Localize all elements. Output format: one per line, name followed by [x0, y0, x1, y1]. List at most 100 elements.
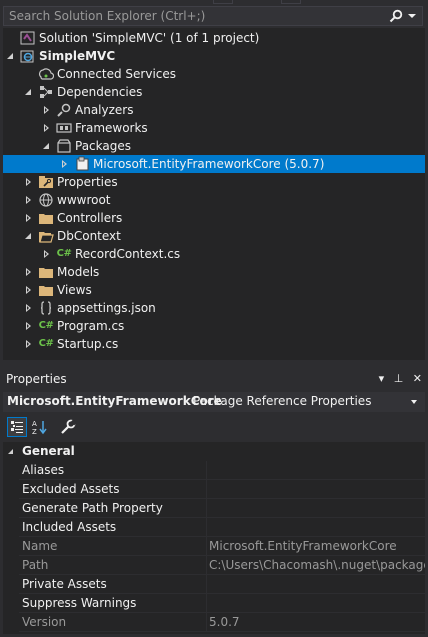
- collapsed-arrow-icon[interactable]: [24, 263, 34, 281]
- tree-item-label: Microsoft.EntityFrameworkCore (5.0.7): [93, 157, 325, 171]
- property-row[interactable]: Generate Path Property: [3, 499, 425, 518]
- tree-item[interactable]: Solution 'SimpleMVC' (1 of 1 project): [3, 29, 425, 47]
- folder-open-icon: [38, 228, 54, 244]
- column-divider: [206, 518, 207, 537]
- tree-item[interactable]: Packages: [3, 137, 425, 155]
- category-label: General: [22, 444, 75, 458]
- frameworks-icon: [56, 120, 72, 136]
- tree-item[interactable]: Connected Services: [3, 65, 425, 83]
- object-selector-dropdown-icon[interactable]: [411, 400, 417, 404]
- folder-icon: [38, 210, 54, 226]
- property-name: Aliases: [22, 463, 65, 477]
- svg-text:A: A: [32, 420, 37, 428]
- tree-item[interactable]: appsettings.json: [3, 299, 425, 317]
- tree-item[interactable]: DbContext: [3, 227, 425, 245]
- collapsed-arrow-icon[interactable]: [42, 245, 52, 263]
- tree-item[interactable]: C# RecordContext.cs: [3, 245, 425, 263]
- expanded-arrow-icon[interactable]: [24, 83, 34, 101]
- collapsed-arrow-icon[interactable]: [24, 209, 34, 227]
- property-row[interactable]: Private Assets: [3, 575, 425, 594]
- collapsed-arrow-icon[interactable]: [42, 119, 52, 137]
- properties-toolbar: A Z: [3, 414, 425, 440]
- collapsed-arrow-icon[interactable]: [24, 173, 34, 191]
- categorized-view-icon[interactable]: [7, 417, 27, 437]
- property-row[interactable]: Excluded Assets: [3, 480, 425, 499]
- property-name: Included Assets: [22, 520, 117, 534]
- column-divider: [206, 575, 207, 594]
- tree-item[interactable]: wwwroot: [3, 191, 425, 209]
- tree-item[interactable]: Controllers: [3, 209, 425, 227]
- properties-wrench-icon: [38, 174, 54, 190]
- tree-item-label: Dependencies: [57, 85, 143, 99]
- collapsed-arrow-icon[interactable]: [24, 335, 34, 353]
- property-pages-wrench-icon[interactable]: [58, 417, 78, 437]
- collapsed-arrow-icon[interactable]: [42, 101, 52, 119]
- tree-item[interactable]: Frameworks: [3, 119, 425, 137]
- tree-item[interactable]: C# Program.cs: [3, 317, 425, 335]
- expanded-arrow-icon[interactable]: [42, 137, 52, 155]
- search-icon[interactable]: [389, 9, 403, 23]
- object-type: Package Reference Properties: [193, 394, 372, 408]
- category-general[interactable]: General: [3, 442, 425, 461]
- property-row[interactable]: Path C:\Users\Chacomash\.nuget\packages\: [3, 556, 425, 575]
- expanded-arrow-icon[interactable]: [6, 47, 16, 65]
- tree-item[interactable]: Properties: [3, 173, 425, 191]
- property-name: Private Assets: [22, 577, 107, 591]
- csharp-file-icon: C#: [38, 320, 54, 331]
- tree-item-label: Controllers: [57, 211, 123, 225]
- svg-text:Z: Z: [32, 428, 37, 435]
- collapsed-arrow-icon[interactable]: [24, 299, 34, 317]
- globe-icon: [38, 192, 54, 208]
- property-grid: General Aliases Excluded Assets Generate P…: [3, 442, 425, 634]
- csharp-file-icon: C#: [56, 248, 72, 259]
- properties-title-bar: Properties ▾ ⊥ ✕: [3, 371, 425, 389]
- property-name: Suppress Warnings: [22, 596, 137, 610]
- tree-item-label: RecordContext.cs: [75, 247, 181, 261]
- packages-icon: [56, 138, 72, 154]
- window-position-dropdown-icon[interactable]: ▾: [379, 372, 385, 385]
- collapsed-arrow-icon[interactable]: [24, 281, 34, 299]
- pin-icon[interactable]: ⊥: [394, 372, 404, 385]
- connected-services-icon: [38, 66, 54, 82]
- tree-item-label: Frameworks: [75, 121, 148, 135]
- close-icon[interactable]: ✕: [413, 372, 422, 385]
- tree-item[interactable]: Microsoft.EntityFrameworkCore (5.0.7): [3, 155, 425, 173]
- tree-item-label: Packages: [75, 139, 131, 153]
- column-divider: [206, 480, 207, 499]
- property-row[interactable]: Suppress Warnings: [3, 594, 425, 613]
- property-name: Excluded Assets: [22, 482, 120, 496]
- column-divider: [206, 594, 207, 613]
- analyzers-icon: [56, 102, 72, 118]
- search-options-dropdown-icon[interactable]: [408, 14, 416, 18]
- collapsed-arrow-icon[interactable]: [24, 317, 34, 335]
- properties-title: Properties: [6, 372, 67, 386]
- collapse-triangle-icon[interactable]: [8, 449, 13, 454]
- column-divider: [206, 499, 207, 518]
- row-divider: [19, 631, 425, 632]
- tree-item[interactable]: Models: [3, 263, 425, 281]
- property-row[interactable]: Version 5.0.7: [3, 613, 425, 632]
- tree-item[interactable]: Dependencies: [3, 83, 425, 101]
- tree-item-label: DbContext: [57, 229, 121, 243]
- object-selector[interactable]: Microsoft.EntityFrameworkCore Package Re…: [3, 392, 425, 412]
- property-row[interactable]: Name Microsoft.EntityFrameworkCore: [3, 537, 425, 556]
- tree-item-label: Program.cs: [57, 319, 125, 333]
- property-name: Generate Path Property: [22, 501, 163, 515]
- tree-item[interactable]: Analyzers: [3, 101, 425, 119]
- tree-item[interactable]: C# Startup.cs: [3, 335, 425, 353]
- collapsed-arrow-icon[interactable]: [60, 155, 70, 173]
- property-row[interactable]: Aliases: [3, 461, 425, 480]
- column-divider: [206, 537, 207, 556]
- solution-search-box[interactable]: Search Solution Explorer (Ctrl+;): [3, 6, 423, 26]
- property-value: 5.0.7: [209, 615, 240, 629]
- alphabetical-sort-icon[interactable]: A Z: [30, 417, 50, 437]
- tree-item-label: Startup.cs: [57, 337, 119, 351]
- dependencies-icon: [38, 84, 54, 100]
- folder-icon: [38, 264, 54, 280]
- property-row[interactable]: Included Assets: [3, 518, 425, 537]
- tree-item[interactable]: SimpleMVC: [3, 47, 425, 65]
- tree-item[interactable]: Views: [3, 281, 425, 299]
- collapsed-arrow-icon[interactable]: [24, 191, 34, 209]
- expanded-arrow-icon[interactable]: [24, 227, 34, 245]
- package-icon: [74, 156, 90, 172]
